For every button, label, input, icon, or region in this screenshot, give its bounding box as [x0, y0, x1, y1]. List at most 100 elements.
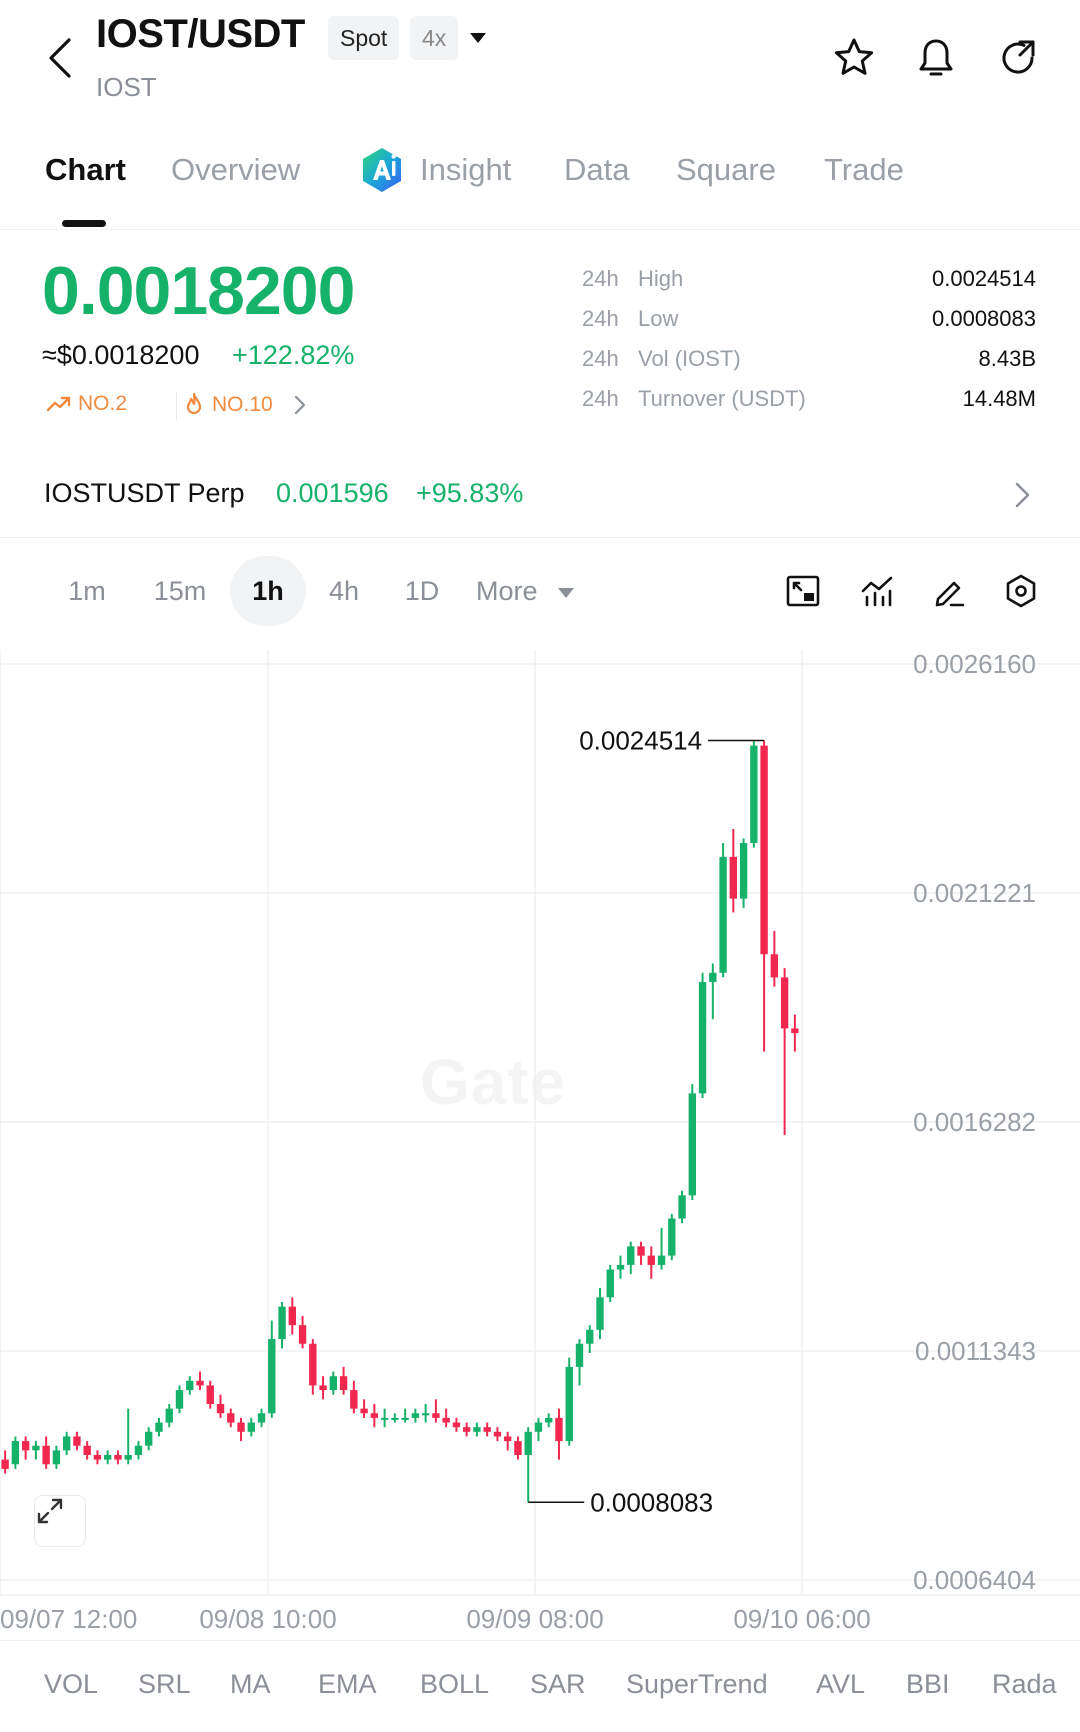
- indicator-avl[interactable]: AVL: [816, 1669, 865, 1700]
- candle-body: [606, 1269, 614, 1298]
- candle-body: [565, 1366, 573, 1442]
- ai-logo-icon: [363, 148, 401, 192]
- indicator-supertrend[interactable]: SuperTrend: [626, 1669, 768, 1700]
- candle-body: [432, 1413, 440, 1418]
- trend-up-icon: [46, 396, 71, 412]
- tab-square[interactable]: Square: [676, 152, 776, 188]
- candle-body: [514, 1441, 522, 1455]
- section-tabs: Chart Overview Insight Data Square Trade: [0, 140, 1080, 230]
- candle-body: [257, 1413, 266, 1423]
- pair-title[interactable]: IOST/USDT: [96, 12, 305, 57]
- candle-body: [483, 1427, 491, 1432]
- chart-canvas: 0.0026160 0.0021221 0.0016282 0.0011343 0.00…: [0, 650, 1080, 1634]
- timeframe-1d[interactable]: 1D: [392, 556, 452, 626]
- candle-body: [288, 1306, 296, 1326]
- chevron-right-icon: [1015, 482, 1030, 508]
- stat-high: 24h High 0.0024514: [582, 266, 1036, 296]
- indicator-boll[interactable]: BOLL: [420, 1669, 489, 1700]
- candle-body: [114, 1454, 122, 1460]
- share-button[interactable]: [994, 34, 1042, 82]
- candle-body: [62, 1436, 71, 1451]
- candle-body: [493, 1431, 502, 1437]
- compare-tool-button[interactable]: [782, 570, 824, 612]
- candlestick-chart[interactable]: Gate 0.00261600.00212210.00162820.001134…: [0, 650, 1080, 1634]
- stat-value: 0.0024514: [932, 266, 1036, 291]
- draw-tool-button[interactable]: [928, 570, 970, 612]
- tab-trade[interactable]: Trade: [824, 152, 904, 188]
- stat-period: 24h: [582, 346, 619, 371]
- refresh-icon: [1002, 40, 1035, 74]
- star-icon: [834, 38, 874, 75]
- tab-overview[interactable]: Overview: [171, 152, 300, 188]
- bell-icon: [919, 39, 953, 76]
- pair-dropdown-icon[interactable]: [466, 26, 490, 50]
- candle-body: [11, 1441, 20, 1465]
- indicator-bbi[interactable]: BBI: [906, 1669, 950, 1700]
- leverage-badge: 4x: [410, 16, 459, 60]
- candle-body: [729, 856, 738, 899]
- candle-body: [657, 1255, 666, 1265]
- candle-body: [545, 1417, 553, 1423]
- timeframe-4h[interactable]: 4h: [314, 556, 374, 626]
- candle-body: [504, 1436, 512, 1442]
- candle-body: [452, 1422, 461, 1428]
- candle-body: [52, 1450, 61, 1465]
- back-button[interactable]: [40, 30, 80, 86]
- tab-data[interactable]: Data: [564, 152, 629, 188]
- candle-body: [678, 1195, 686, 1219]
- stat-period: 24h: [582, 306, 619, 331]
- tab-insight[interactable]: Insight: [420, 152, 511, 188]
- flame-icon: [186, 392, 202, 415]
- y-tick-label: 0.0011343: [915, 1336, 1036, 1366]
- candle-body: [534, 1422, 543, 1432]
- timeframe-more[interactable]: More: [476, 556, 616, 626]
- chevron-right-icon: [294, 395, 305, 415]
- indicator-vol[interactable]: VOL: [44, 1669, 98, 1700]
- indicator-ma[interactable]: MA: [230, 1669, 271, 1700]
- candle-body: [186, 1380, 194, 1391]
- candle-body: [134, 1445, 143, 1455]
- perp-link-row[interactable]: IOSTUSDT Perp 0.001596 +95.83%: [0, 466, 1080, 538]
- stat-value: 8.43B: [978, 346, 1037, 371]
- candle-body: [1, 1459, 9, 1469]
- stat-period: 24h: [582, 266, 619, 291]
- candle-body: [668, 1218, 676, 1256]
- timeframe-1m[interactable]: 1m: [52, 556, 122, 626]
- timeframe-more-label: More: [476, 576, 538, 606]
- active-tab-indicator: [62, 220, 106, 227]
- candle-body: [760, 745, 768, 955]
- candle-body: [165, 1408, 173, 1423]
- candle-body: [719, 856, 727, 973]
- timeframe-1h[interactable]: 1h: [230, 556, 306, 626]
- stat-value: 0.0008083: [932, 306, 1036, 331]
- candle-body: [647, 1255, 655, 1265]
- caret-down-icon: [558, 587, 575, 598]
- expand-icon: [37, 1498, 63, 1524]
- hot-rank[interactable]: NO.10: [182, 392, 311, 418]
- candle-body: [627, 1246, 635, 1265]
- candle-body: [247, 1422, 255, 1432]
- settings-icon: [1006, 574, 1036, 608]
- low-price-label: 0.0008083: [590, 1487, 713, 1517]
- fullscreen-button[interactable]: [34, 1495, 86, 1547]
- indicator-sar[interactable]: SAR: [530, 1669, 586, 1700]
- y-tick-label: 0.0006404: [913, 1565, 1036, 1595]
- indicator-srl[interactable]: SRL: [138, 1669, 191, 1700]
- chart-settings-button[interactable]: [1000, 570, 1042, 612]
- y-tick-label: 0.0021221: [913, 878, 1036, 908]
- candle-body: [196, 1380, 204, 1386]
- trending-rank[interactable]: NO.2: [46, 392, 127, 416]
- favorite-button[interactable]: [830, 34, 878, 82]
- candle-body: [124, 1454, 132, 1460]
- alert-button[interactable]: [912, 34, 960, 82]
- last-price: 0.0018200: [42, 253, 355, 329]
- timeframe-15m[interactable]: 15m: [144, 556, 216, 626]
- candle-body: [575, 1343, 584, 1367]
- indicator-ema[interactable]: EMA: [318, 1669, 377, 1700]
- indicator-tool-button[interactable]: [856, 570, 898, 612]
- candle-body: [750, 745, 758, 843]
- tab-chart[interactable]: Chart: [45, 152, 126, 188]
- candle-body: [42, 1445, 50, 1465]
- indicator-rada[interactable]: Rada: [992, 1669, 1057, 1700]
- candle-body: [462, 1427, 471, 1432]
